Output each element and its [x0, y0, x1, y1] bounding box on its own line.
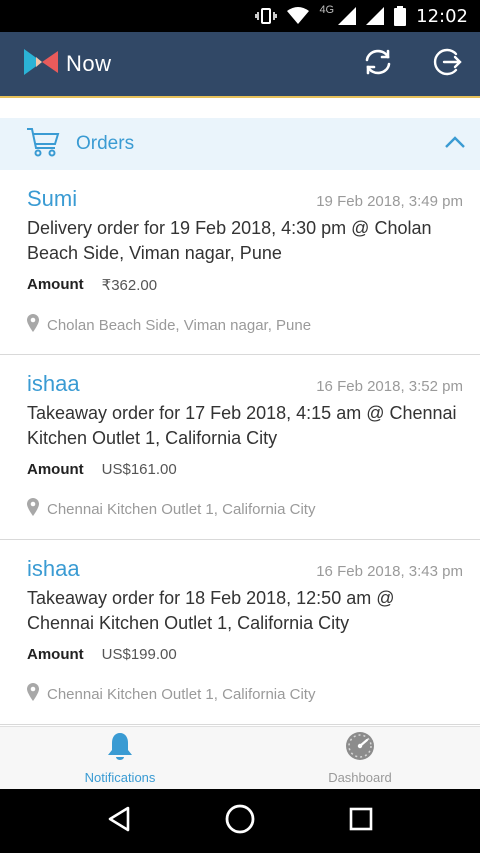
- status-bar: 4G 12:02: [0, 0, 480, 32]
- status-time: 12:02: [416, 5, 468, 27]
- customer-name: ishaa: [27, 556, 80, 581]
- amount-value: ₹362.00: [101, 277, 158, 294]
- amount-label: Amount: [27, 646, 84, 663]
- back-icon[interactable]: [106, 805, 132, 838]
- home-icon[interactable]: [224, 803, 256, 840]
- section-title: Orders: [76, 133, 135, 154]
- dashboard-gauge-icon: [345, 731, 375, 766]
- app-bar-accent-line: [0, 96, 480, 98]
- order-item[interactable]: Sumi 19 Feb 2018, 3:49 pm Delivery order…: [0, 170, 480, 355]
- customer-name: ishaa: [27, 371, 80, 396]
- amount-label: Amount: [27, 461, 84, 478]
- signal-icon-2: [366, 7, 385, 25]
- order-description: Takeaway order for 17 Feb 2018, 4:15 am …: [27, 403, 457, 448]
- app-bar: Now: [0, 32, 480, 96]
- bottom-navigation: Notifications Dashboard: [0, 726, 480, 789]
- nav-notifications-label: Notifications: [84, 770, 156, 785]
- order-item[interactable]: ishaa 16 Feb 2018, 3:43 pm Takeaway orde…: [0, 540, 480, 725]
- recents-icon[interactable]: [348, 806, 374, 837]
- bell-icon: [105, 731, 135, 766]
- chevron-up-icon[interactable]: [444, 135, 466, 154]
- system-navigation-bar: [0, 789, 480, 853]
- amount-label: Amount: [27, 276, 84, 293]
- app-name: Now: [66, 51, 112, 76]
- signal-icon: [338, 7, 357, 25]
- app-logo: Now: [22, 47, 112, 82]
- order-location: Chennai Kitchen Outlet 1, California Cit…: [47, 685, 316, 703]
- order-item[interactable]: ishaa 16 Feb 2018, 3:52 pm Takeaway orde…: [0, 355, 480, 540]
- wifi-icon: [287, 7, 310, 25]
- order-timestamp: 16 Feb 2018, 3:52 pm: [316, 378, 463, 395]
- network-type-label: 4G: [319, 4, 335, 16]
- logout-icon[interactable]: [432, 47, 462, 82]
- sync-icon[interactable]: [362, 46, 394, 83]
- amount-value: US$161.00: [101, 461, 177, 478]
- nav-dashboard-label: Dashboard: [328, 770, 392, 785]
- vibrate-icon: [255, 7, 278, 25]
- cart-icon: [26, 126, 60, 163]
- orders-list[interactable]: Sumi 19 Feb 2018, 3:49 pm Delivery order…: [0, 170, 480, 726]
- amount-value: US$199.00: [101, 646, 177, 663]
- orders-section-header[interactable]: Orders: [0, 118, 480, 170]
- customer-name: Sumi: [27, 186, 78, 211]
- nav-dashboard[interactable]: Dashboard: [240, 727, 480, 789]
- location-pin-icon: [27, 683, 39, 705]
- order-description: Delivery order for 19 Feb 2018, 4:30 pm …: [27, 218, 432, 263]
- order-timestamp: 19 Feb 2018, 3:49 pm: [316, 193, 463, 210]
- location-pin-icon: [27, 314, 39, 336]
- order-location: Chennai Kitchen Outlet 1, California Cit…: [47, 500, 316, 518]
- order-timestamp: 16 Feb 2018, 3:43 pm: [316, 563, 463, 580]
- logo-mark-icon: [22, 47, 60, 82]
- nav-notifications[interactable]: Notifications: [0, 727, 240, 789]
- order-location: Cholan Beach Side, Viman nagar, Pune: [47, 316, 312, 334]
- order-description: Takeaway order for 18 Feb 2018, 12:50 am…: [27, 588, 395, 633]
- location-pin-icon: [27, 498, 39, 520]
- battery-icon: [394, 6, 407, 26]
